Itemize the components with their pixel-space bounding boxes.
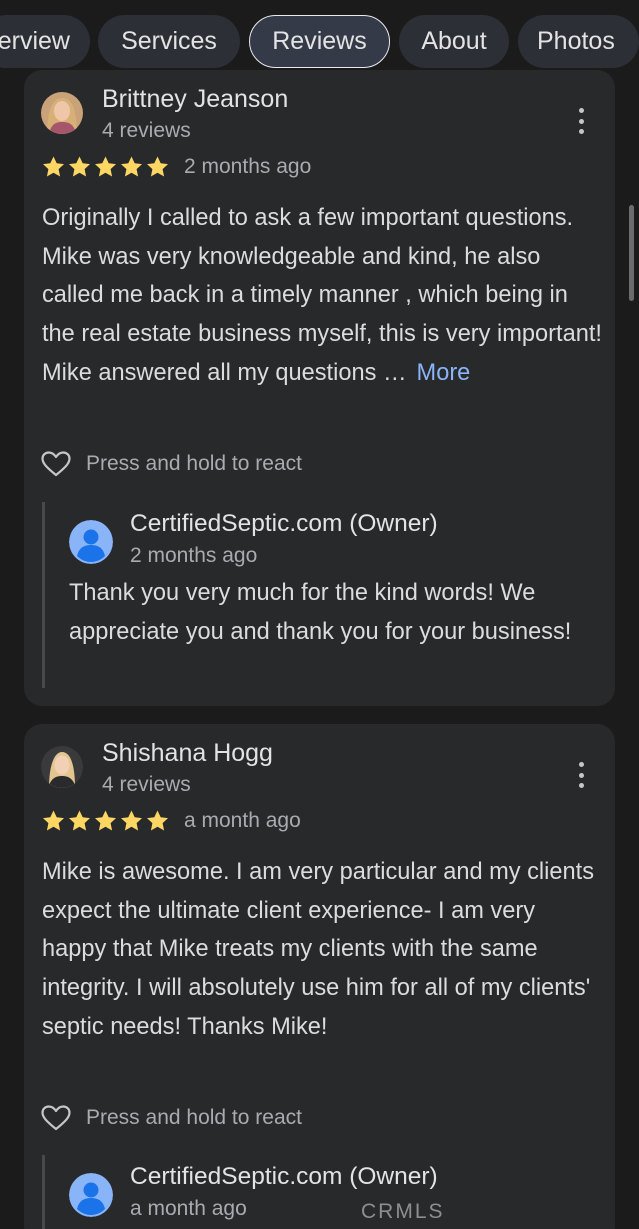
owner-reply-date: a month ago [130,1197,247,1220]
review-date: a month ago [184,809,301,832]
owner-reply: CertifiedSeptic.com (Owner) 2 months ago… [42,502,602,688]
owner-reply-text: Thank you very much for the kind words! … [69,580,572,645]
owner-avatar[interactable] [69,1173,113,1217]
tab-services-label: Services [121,27,217,55]
owner-name: CertifiedSeptic.com (Owner) [130,1163,438,1190]
review-count: 4 reviews [102,773,191,796]
more-options-icon[interactable] [577,762,585,788]
watermark: CRMLS [361,1200,445,1223]
review-count: 4 reviews [102,119,191,142]
review-card: Shishana Hogg 4 reviews a month ago Mike… [24,724,615,1229]
star-icon [69,810,90,831]
tab-reviews[interactable]: Reviews [249,15,390,68]
review-date: 2 months ago [184,155,312,178]
tab-services[interactable]: Services [98,15,240,68]
star-icon [69,156,90,177]
review-text: Originally I called to ask a few importa… [42,199,604,393]
star-icon [121,156,142,177]
heart-outline-icon [41,451,71,477]
react-label: Press and hold to react [86,1106,302,1129]
more-link[interactable]: More [417,360,471,386]
reviewer-name[interactable]: Shishana Hogg [102,739,273,768]
owner-reply: CertifiedSeptic.com (Owner) a month ago [42,1155,602,1229]
star-icon [121,810,142,831]
tab-about[interactable]: About [399,15,509,68]
avatar[interactable] [41,92,83,134]
more-options-icon[interactable] [577,108,585,134]
star-icon [147,810,168,831]
review-card: Brittney Jeanson 4 reviews 2 months ago … [24,70,615,706]
star-icon [147,156,168,177]
tab-about-label: About [421,27,487,55]
tab-overview[interactable]: erview [0,15,90,68]
heart-outline-icon [41,1105,71,1131]
star-icon [43,810,64,831]
star-icon [43,156,64,177]
owner-name: CertifiedSeptic.com (Owner) [130,510,438,537]
react-button[interactable]: Press and hold to react [40,450,302,478]
star-rating [41,155,170,179]
tab-photos[interactable]: Photos [518,15,639,68]
star-icon [95,810,116,831]
scrollbar-thumb[interactable] [629,205,634,301]
review-text: Mike is awesome. I am very particular an… [42,859,595,1040]
review-text-content: Originally I called to ask a few importa… [42,205,602,386]
tab-reviews-label: Reviews [272,27,367,55]
owner-avatar[interactable] [69,520,113,564]
tab-photos-label: Photos [537,27,615,55]
star-icon [95,156,116,177]
reviewer-name[interactable]: Brittney Jeanson [102,85,288,114]
owner-reply-date: 2 months ago [130,544,258,567]
avatar[interactable] [41,746,83,788]
star-rating [41,809,170,833]
react-button[interactable]: Press and hold to react [40,1104,302,1132]
tab-bar: erview Services Reviews About Photos [0,0,639,80]
react-label: Press and hold to react [86,452,302,475]
tab-overview-label: erview [0,27,70,55]
